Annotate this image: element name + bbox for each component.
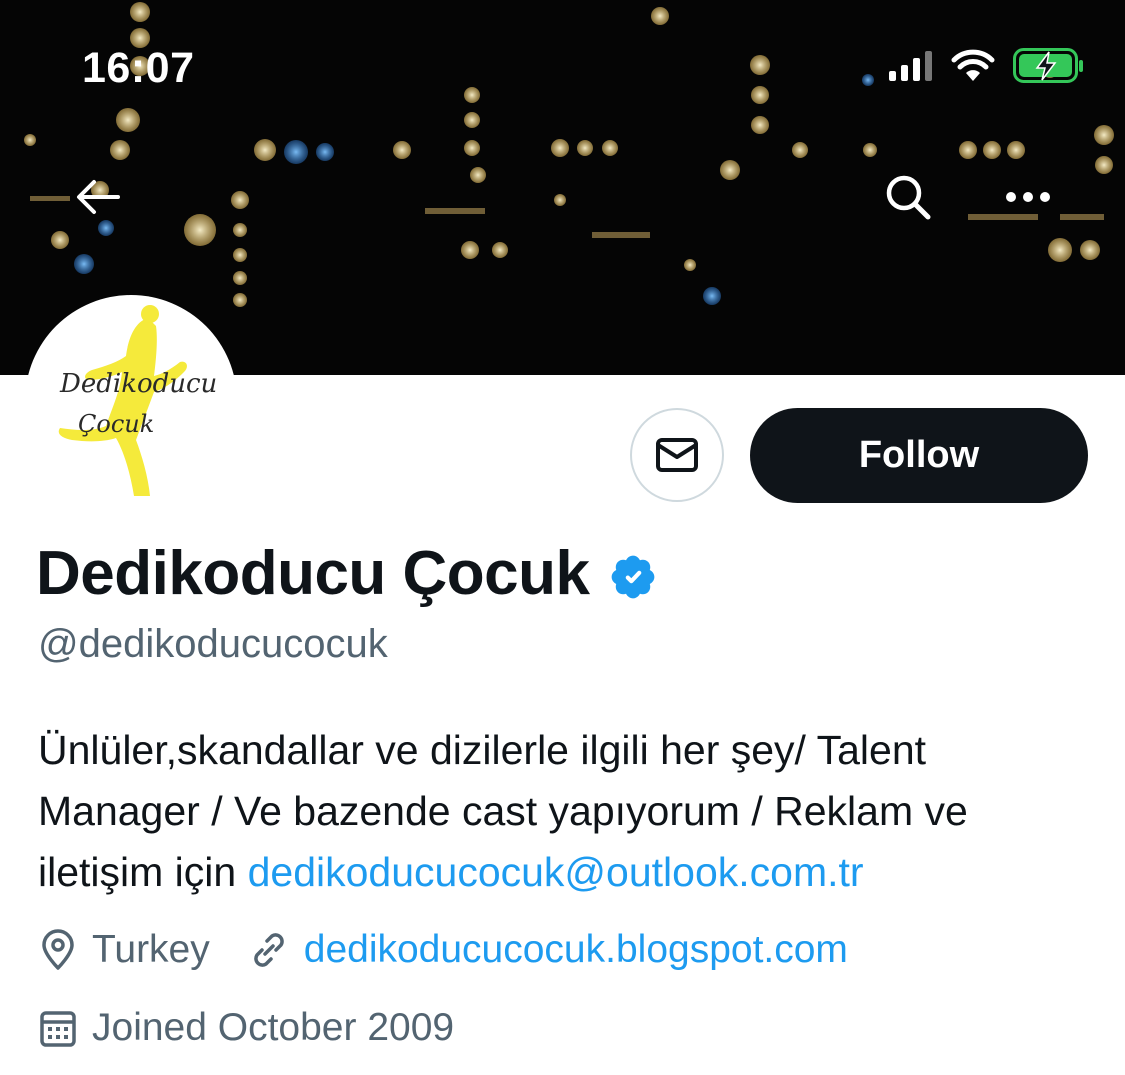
verified-badge-icon[interactable] — [608, 552, 658, 602]
wifi-icon — [951, 49, 995, 81]
battery-charging-icon — [1013, 48, 1083, 83]
signal-icon — [889, 51, 932, 81]
avatar-logo-line1: Dedikoducu — [59, 369, 217, 399]
follow-button[interactable]: Follow — [750, 408, 1088, 503]
more-button[interactable] — [997, 166, 1059, 228]
back-button[interactable] — [66, 166, 128, 228]
name-row: Dedikoducu Çocuk — [36, 538, 658, 609]
status-icons — [889, 48, 1085, 84]
profile-meta-row: Turkey dedikoducucocuk.blogspot.com — [38, 928, 848, 972]
joined-row: Joined October 2009 — [38, 1006, 454, 1050]
search-icon — [886, 175, 931, 220]
more-icon — [1006, 192, 1050, 202]
display-name: Dedikoducu Çocuk — [36, 539, 590, 608]
avatar-logo: Dedikoducu Çocuk — [31, 301, 231, 501]
joined-date: Joined October 2009 — [92, 1006, 455, 1049]
user-handle: @dedikoducucocuk — [38, 622, 388, 666]
back-arrow-icon — [77, 180, 120, 214]
message-button[interactable] — [630, 408, 724, 502]
calendar-icon — [38, 1007, 78, 1049]
location-icon — [38, 928, 78, 972]
mail-icon — [656, 438, 698, 472]
profile-bio: Ünlüler,skandallar ve dizilerle ilgili h… — [38, 720, 1098, 903]
bio-email-link[interactable]: dedikoducucocuk@outlook.com.tr — [248, 849, 864, 895]
status-time: 16:07 — [82, 44, 195, 92]
location-text: Turkey — [92, 928, 210, 971]
profile-avatar[interactable]: Dedikoducu Çocuk — [30, 300, 232, 502]
link-icon — [248, 929, 290, 971]
search-button[interactable] — [877, 166, 939, 228]
avatar-logo-line2: Çocuk — [78, 410, 154, 438]
website-link[interactable]: dedikoducucocuk.blogspot.com — [304, 928, 848, 972]
